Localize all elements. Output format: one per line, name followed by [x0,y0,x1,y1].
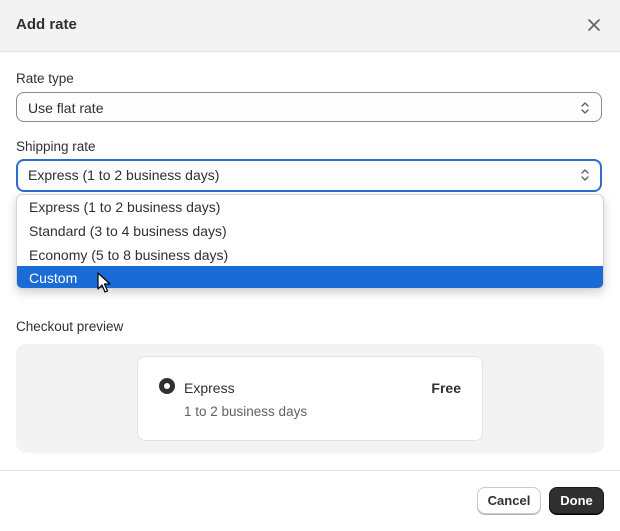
preview-delivery-time: 1 to 2 business days [184,404,308,419]
cancel-button[interactable]: Cancel [477,487,541,514]
add-rate-modal: Add rate Rate type Use flat rate Shippin… [0,0,620,531]
dropdown-option-economy[interactable]: Economy (5 to 8 business days) [17,243,603,267]
footer-divider [0,470,620,471]
select-chevron-icon [581,169,589,181]
dropdown-option-express[interactable]: Express (1 to 2 business days) [17,195,603,219]
rate-type-select[interactable]: Use flat rate [16,92,602,122]
close-button[interactable] [584,15,604,35]
checkout-preview-label: Checkout preview [16,319,124,334]
select-chevron-icon [581,102,589,114]
preview-rate-name: Express [184,380,235,396]
shipping-rate-label: Shipping rate [16,139,96,154]
dropdown-option-standard[interactable]: Standard (3 to 4 business days) [17,219,603,243]
rate-type-label: Rate type [16,71,74,86]
checkout-preview: Express Free 1 to 2 business days [16,344,604,453]
done-button[interactable]: Done [549,487,604,514]
radio-selected-icon [159,378,175,394]
modal-title: Add rate [16,16,77,33]
mouse-pointer-icon [97,272,111,293]
close-icon [588,19,600,31]
modal-header: Add rate [0,0,620,52]
preview-rate-price: Free [431,380,461,396]
shipping-rate-value: Express (1 to 2 business days) [28,167,220,183]
shipping-rate-select[interactable]: Express (1 to 2 business days) [16,159,602,192]
preview-rate-card: Express Free 1 to 2 business days [137,356,483,441]
rate-type-value: Use flat rate [28,100,104,116]
